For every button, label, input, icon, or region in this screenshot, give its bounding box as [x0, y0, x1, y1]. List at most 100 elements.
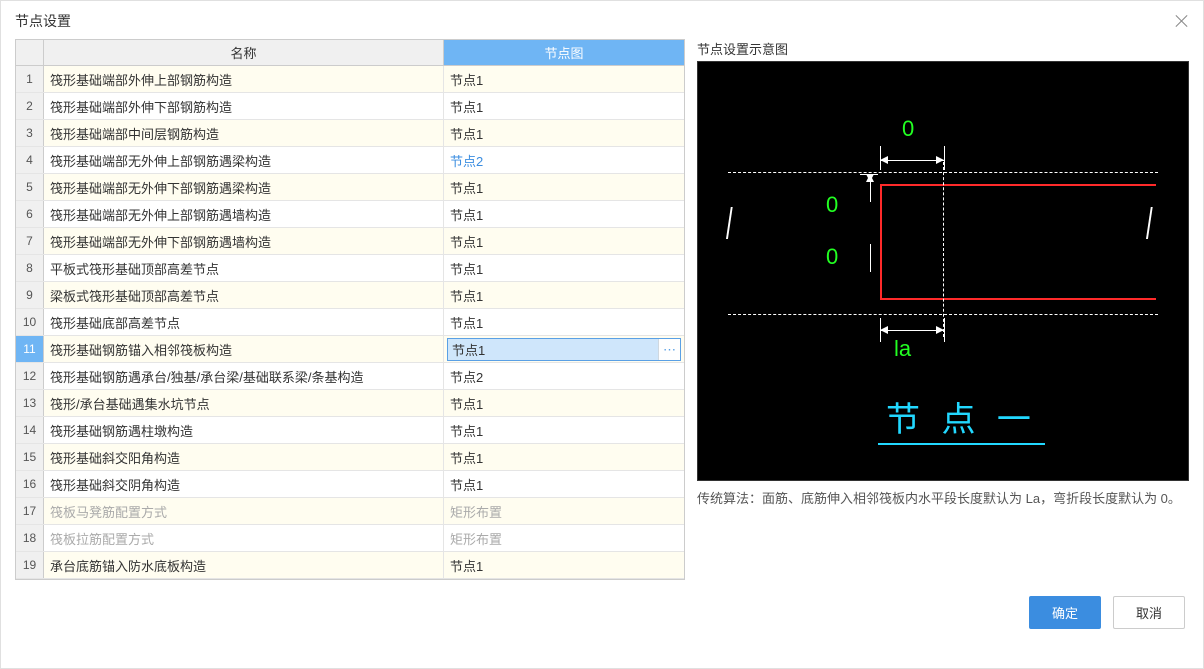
footer: 确定 取消	[1, 588, 1203, 643]
row-node-value[interactable]: 节点2	[444, 363, 684, 389]
ellipsis-icon[interactable]: ⋯	[658, 339, 680, 360]
row-node-value[interactable]: 节点1	[444, 93, 684, 119]
preview-title: 节点设置示意图	[697, 39, 1189, 58]
row-node-value[interactable]: 节点1	[444, 417, 684, 443]
header-index	[16, 40, 44, 65]
table-row[interactable]: 2筏形基础端部外伸下部钢筋构造节点1	[16, 93, 684, 120]
row-index: 6	[16, 201, 44, 227]
table-row[interactable]: 16筏形基础斜交阴角构造节点1	[16, 471, 684, 498]
row-name: 筏形基础钢筋遇柱墩构造	[44, 417, 444, 443]
row-name: 筏形基础底部高差节点	[44, 309, 444, 335]
row-name: 筏板马凳筋配置方式	[44, 498, 444, 524]
row-index: 2	[16, 93, 44, 119]
row-index: 17	[16, 498, 44, 524]
node-editor-input[interactable]	[448, 339, 658, 360]
row-name: 筏形基础钢筋遇承台/独基/承台梁/基础联系梁/条基构造	[44, 363, 444, 389]
dash-line	[943, 162, 944, 337]
row-index: 4	[16, 147, 44, 173]
description-text: 传统算法：面筋、底筋伸入相邻筏板内水平段长度默认为 La，弯折段长度默认为 0。	[697, 489, 1189, 510]
row-name: 筏形/承台基础遇集水坑节点	[44, 390, 444, 416]
table-row[interactable]: 15筏形基础斜交阳角构造节点1	[16, 444, 684, 471]
preview-pane: 节点设置示意图 / / 0	[697, 39, 1189, 580]
row-index: 18	[16, 525, 44, 551]
row-node-value[interactable]: 节点1	[444, 309, 684, 335]
table-row[interactable]: 1筏形基础端部外伸上部钢筋构造节点1	[16, 66, 684, 93]
row-index: 14	[16, 417, 44, 443]
table-body: 1筏形基础端部外伸上部钢筋构造节点12筏形基础端部外伸下部钢筋构造节点13筏形基…	[16, 66, 684, 579]
row-node-value[interactable]: 节点1	[444, 66, 684, 92]
table-row[interactable]: 17筏板马凳筋配置方式矩形布置	[16, 498, 684, 525]
row-node-value[interactable]: ⋯	[444, 336, 684, 362]
table-header: 名称 节点图	[16, 40, 684, 66]
ok-button[interactable]: 确定	[1029, 596, 1101, 629]
break-mark: /	[726, 201, 733, 251]
table-row[interactable]: 4筏形基础端部无外伸上部钢筋遇梁构造节点2	[16, 147, 684, 174]
row-node-value[interactable]: 矩形布置	[444, 498, 684, 524]
dim-value: 0	[902, 116, 914, 142]
row-name: 承台底筋锚入防水底板构造	[44, 552, 444, 578]
table-row[interactable]: 18筏板拉筋配置方式矩形布置	[16, 525, 684, 552]
row-node-value[interactable]: 节点1	[444, 174, 684, 200]
table-row[interactable]: 7筏形基础端部无外伸下部钢筋遇墙构造节点1	[16, 228, 684, 255]
header-name: 名称	[44, 40, 444, 65]
row-name: 筏形基础端部中间层钢筋构造	[44, 120, 444, 146]
row-name: 筏形基础斜交阳角构造	[44, 444, 444, 470]
row-index: 7	[16, 228, 44, 254]
row-index: 10	[16, 309, 44, 335]
row-index: 11	[16, 336, 44, 362]
table-row[interactable]: 8平板式筏形基础顶部高差节点节点1	[16, 255, 684, 282]
row-index: 13	[16, 390, 44, 416]
settings-table: 名称 节点图 1筏形基础端部外伸上部钢筋构造节点12筏形基础端部外伸下部钢筋构造…	[15, 39, 685, 580]
row-name: 筏形基础端部无外伸上部钢筋遇墙构造	[44, 201, 444, 227]
row-name: 平板式筏形基础顶部高差节点	[44, 255, 444, 281]
main-content: 名称 节点图 1筏形基础端部外伸上部钢筋构造节点12筏形基础端部外伸下部钢筋构造…	[1, 39, 1203, 588]
cancel-button[interactable]: 取消	[1113, 596, 1185, 629]
dim-value: 0	[826, 244, 838, 270]
row-node-value[interactable]: 节点1	[444, 228, 684, 254]
row-index: 1	[16, 66, 44, 92]
row-node-value[interactable]: 节点1	[444, 552, 684, 578]
table-row[interactable]: 3筏形基础端部中间层钢筋构造节点1	[16, 120, 684, 147]
row-index: 9	[16, 282, 44, 308]
table-row[interactable]: 6筏形基础端部无外伸上部钢筋遇墙构造节点1	[16, 201, 684, 228]
header-node[interactable]: 节点图	[444, 40, 684, 65]
row-index: 3	[16, 120, 44, 146]
row-node-value[interactable]: 节点1	[444, 201, 684, 227]
row-node-value[interactable]: 节点1	[444, 255, 684, 281]
node-editor[interactable]: ⋯	[447, 338, 681, 361]
table-row[interactable]: 13筏形/承台基础遇集水坑节点节点1	[16, 390, 684, 417]
row-name: 筏形基础端部外伸上部钢筋构造	[44, 66, 444, 92]
row-name: 筏形基础斜交阴角构造	[44, 471, 444, 497]
row-node-value[interactable]: 节点1	[444, 471, 684, 497]
row-node-value[interactable]: 节点1	[444, 444, 684, 470]
rebar-shape	[880, 184, 1156, 300]
table-row[interactable]: 10筏形基础底部高差节点节点1	[16, 309, 684, 336]
row-name: 筏形基础钢筋锚入相邻筏板构造	[44, 336, 444, 362]
table-row[interactable]: 9梁板式筏形基础顶部高差节点节点1	[16, 282, 684, 309]
row-node-value[interactable]: 节点1	[444, 282, 684, 308]
row-index: 16	[16, 471, 44, 497]
window-title: 节点设置	[15, 11, 71, 31]
row-node-value[interactable]: 矩形布置	[444, 525, 684, 551]
title-bar: 节点设置	[1, 1, 1203, 39]
table-row[interactable]: 12筏形基础钢筋遇承台/独基/承台梁/基础联系梁/条基构造节点2	[16, 363, 684, 390]
row-index: 8	[16, 255, 44, 281]
row-node-value[interactable]: 节点1	[444, 390, 684, 416]
table-row[interactable]: 5筏形基础端部无外伸下部钢筋遇梁构造节点1	[16, 174, 684, 201]
row-index: 12	[16, 363, 44, 389]
close-icon[interactable]	[1175, 14, 1189, 28]
row-node-value[interactable]: 节点2	[444, 147, 684, 173]
row-name: 筏形基础端部外伸下部钢筋构造	[44, 93, 444, 119]
table-row[interactable]: 14筏形基础钢筋遇柱墩构造节点1	[16, 417, 684, 444]
row-index: 19	[16, 552, 44, 578]
row-name: 筏形基础端部无外伸下部钢筋遇墙构造	[44, 228, 444, 254]
row-node-value[interactable]: 节点1	[444, 120, 684, 146]
row-name: 筏板拉筋配置方式	[44, 525, 444, 551]
row-index: 5	[16, 174, 44, 200]
table-row[interactable]: 11筏形基础钢筋锚入相邻筏板构造 ⋯	[16, 336, 684, 363]
table-row[interactable]: 19承台底筋锚入防水底板构造节点1	[16, 552, 684, 579]
preview-canvas: / / 0 0	[697, 61, 1189, 481]
node-label: 节 点 一	[878, 392, 1045, 445]
dim-value: la	[894, 336, 911, 362]
row-name: 筏形基础端部无外伸下部钢筋遇梁构造	[44, 174, 444, 200]
